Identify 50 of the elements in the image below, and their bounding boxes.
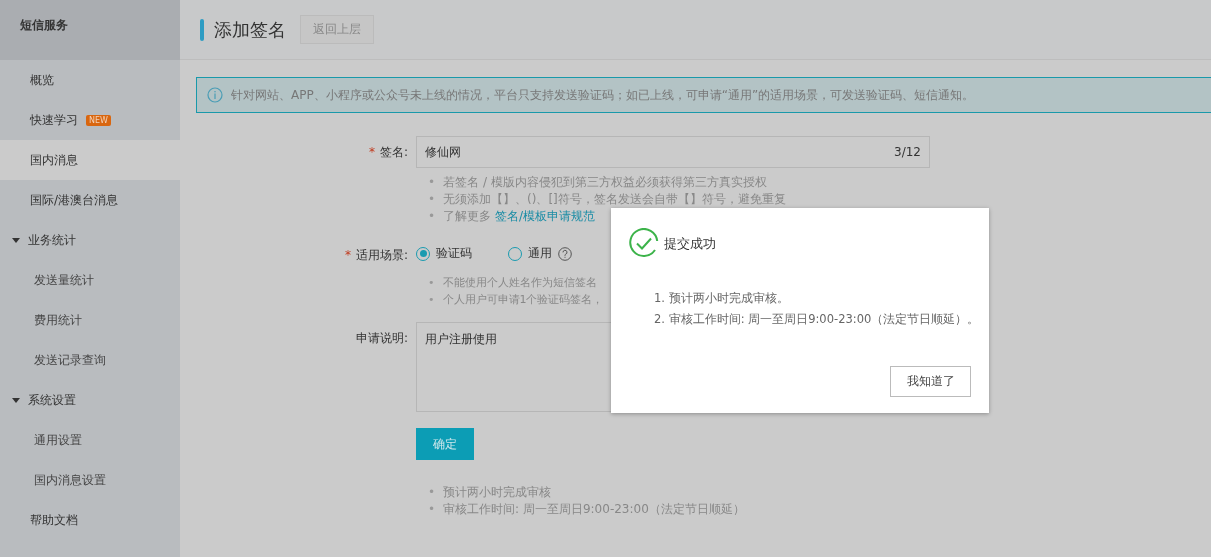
sidebar-item[interactable]: 快速学习 NEW	[0, 100, 180, 140]
sidebar-item[interactable]: 国内消息设置	[0, 460, 180, 500]
sidebar-item[interactable]: 国内消息	[0, 140, 180, 180]
sidebar-group[interactable]: 系统设置	[0, 380, 180, 420]
required-mark: *	[344, 248, 351, 262]
sidebar-item[interactable]: 帮助文档	[0, 500, 180, 540]
sidebar-group-label: 系统设置	[28, 391, 76, 409]
sidebar-item[interactable]: 发送记录查询	[0, 340, 180, 380]
bullet-mark: •	[428, 174, 436, 191]
sidebar-item[interactable]: 发送量统计	[0, 260, 180, 300]
required-mark: *	[368, 145, 375, 159]
hint-text: 了解更多 签名/模板申请规范	[443, 208, 595, 225]
info-icon	[207, 87, 223, 103]
sidebar-item-label: 概览	[30, 71, 54, 89]
hint-text: 若签名 / 模版内容侵犯到第三方权益必须获得第三方真实授权	[443, 174, 767, 191]
bullet-mark: •	[428, 208, 436, 225]
dialog-title: 提交成功	[664, 235, 716, 253]
field-label: 签名:	[379, 145, 408, 159]
sidebar-item[interactable]: 国际/港澳台消息	[0, 180, 180, 220]
sidebar-item-label: 快速学习	[30, 111, 78, 129]
got-it-button[interactable]: 我知道了	[890, 366, 971, 397]
help-icon[interactable]	[558, 246, 572, 261]
bullet-mark: •	[428, 275, 435, 291]
sidebar-item[interactable]: 通用设置	[0, 420, 180, 460]
bullet-mark: •	[428, 484, 436, 501]
title-accent	[200, 18, 204, 41]
field-label: 申请说明:	[355, 331, 408, 345]
bullet-mark: •	[428, 292, 435, 308]
check-circle-icon	[628, 228, 660, 260]
radio-label: 通用	[528, 245, 552, 262]
sidebar-group-label: 业务统计	[28, 231, 76, 249]
dialog-text: 2. 审核工作时间: 周一至周日9:00-23:00（法定节日顺延）。	[654, 311, 981, 328]
hint-text: 无须添加【】、()、[]符号，签名发送会自带【】符号，避免重复	[443, 191, 786, 208]
page-title: 添加签名	[214, 17, 286, 42]
bullet-mark: •	[428, 191, 436, 208]
sidebar-item[interactable]: 概览	[0, 60, 180, 100]
signature-field[interactable]: 修仙网 3/12	[416, 136, 930, 168]
new-badge: NEW	[86, 114, 111, 126]
sidebar-group[interactable]: 业务统计	[0, 220, 180, 260]
hint-text: 不能使用个人姓名作为短信签名	[442, 275, 597, 291]
bullet-mark: •	[428, 501, 436, 518]
sidebar-item-label: 国际/港澳台消息	[30, 191, 119, 209]
sidebar-item[interactable]: 费用统计	[0, 300, 180, 340]
radio-label: 验证码	[436, 245, 472, 262]
note-text: 预计两小时完成审核	[443, 484, 552, 501]
sidebar-title: 短信服务	[0, 0, 180, 60]
sidebar-item-label: 帮助文档	[30, 511, 78, 529]
field-label: 适用场景:	[355, 248, 408, 262]
sidebar-item-label: 国内消息	[30, 151, 78, 169]
dialog-text: 1. 预计两小时完成审核。	[654, 290, 790, 307]
